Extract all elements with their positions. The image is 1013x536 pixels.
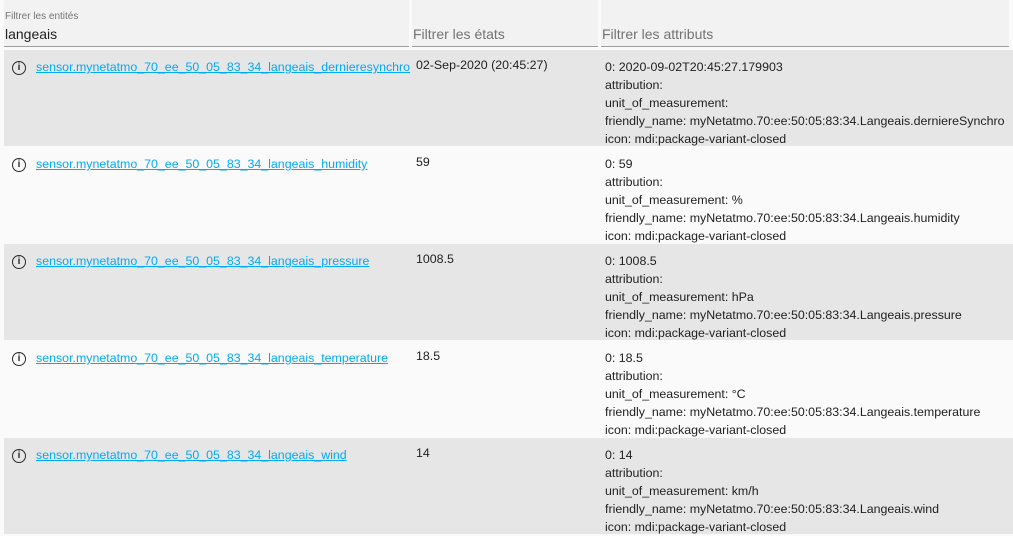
entity-id-link[interactable]: sensor.mynetatmo_70_ee_50_05_83_34_lange… [36,60,410,74]
state-filter-input[interactable]: Filtrer les états [413,26,505,42]
state-value: 02-Sep-2020 (20:45:27) [416,58,548,72]
attribute-filter-input[interactable]: Filtrer les attributs [602,26,713,42]
attribute-line: attribution: [605,175,663,189]
table-row: i sensor.mynetatmo_70_ee_50_05_83_34_lang… [4,244,1013,340]
table-row: i sensor.mynetatmo_70_ee_50_05_83_34_lang… [4,50,1013,146]
attribute-line: 0: 59 [605,157,633,171]
table-row: i sensor.mynetatmo_70_ee_50_05_83_34_lang… [4,341,1013,437]
attribute-line: unit_of_measurement: [605,96,729,110]
attribute-line: friendly_name: myNetatmo.70:ee:50:05:83:… [605,114,1005,128]
attribute-filter-field[interactable]: Filtrer les attributs [601,0,1009,47]
table-row: i sensor.mynetatmo_70_ee_50_05_83_34_lang… [4,147,1013,243]
attribute-line: attribution: [605,369,663,383]
entity-id-link[interactable]: sensor.mynetatmo_70_ee_50_05_83_34_lange… [36,157,367,171]
attribute-line: 0: 2020-09-02T20:45:27.179903 [605,60,783,74]
info-circle-icon[interactable]: i [12,352,26,366]
entity-id-link[interactable]: sensor.mynetatmo_70_ee_50_05_83_34_lange… [36,254,369,268]
attribute-line: friendly_name: myNetatmo.70:ee:50:05:83:… [605,211,960,225]
attribute-line: unit_of_measurement: % [605,193,743,207]
filter-header: Filtrer les entités langeais Filtrer les… [0,0,1013,50]
entity-id-link[interactable]: sensor.mynetatmo_70_ee_50_05_83_34_lange… [36,448,347,462]
attribute-line: 0: 1008.5 [605,254,657,268]
state-filter-field[interactable]: Filtrer les états [412,0,598,47]
attribute-line: 0: 14 [605,448,633,462]
state-value: 1008.5 [416,252,454,266]
attribute-line: unit_of_measurement: °C [605,387,746,401]
attribute-line: icon: mdi:package-variant-closed [605,423,787,437]
attribute-line: 0: 18.5 [605,351,643,365]
attributes-list: 0: 2020-09-02T20:45:27.179903 attribution… [605,58,1005,148]
attributes-list: 0: 18.5 attribution: unit_of_measurement: … [605,349,980,439]
attribute-line: friendly_name: myNetatmo.70:ee:50:05:83:… [605,308,962,322]
entity-filter-field[interactable]: Filtrer les entités langeais [4,0,409,47]
attribute-line: icon: mdi:package-variant-closed [605,229,787,243]
attributes-list: 0: 59 attribution: unit_of_measurement: % f… [605,155,960,245]
states-table: Filtrer les entités langeais Filtrer les… [0,0,1013,534]
attribute-line: icon: mdi:package-variant-closed [605,326,787,340]
info-circle-icon[interactable]: i [12,449,26,463]
entity-id-link[interactable]: sensor.mynetatmo_70_ee_50_05_83_34_lange… [36,351,388,365]
state-value: 59 [416,155,430,169]
info-circle-icon[interactable]: i [12,255,26,269]
entity-filter-label: Filtrer les entités [5,11,79,22]
entity-filter-input[interactable]: langeais [5,26,57,42]
attribute-line: unit_of_measurement: km/h [605,484,759,498]
attributes-list: 0: 1008.5 attribution: unit_of_measurement… [605,252,962,342]
attributes-list: 0: 14 attribution: unit_of_measurement: km… [605,446,939,536]
info-circle-icon[interactable]: i [12,158,26,172]
attribute-line: attribution: [605,272,663,286]
info-circle-icon[interactable]: i [12,61,26,75]
attribute-line: friendly_name: myNetatmo.70:ee:50:05:83:… [605,502,940,516]
state-value: 14 [416,446,430,460]
attribute-line: unit_of_measurement: hPa [605,290,754,304]
attribute-line: icon: mdi:package-variant-closed [605,520,787,534]
attribute-line: friendly_name: myNetatmo.70:ee:50:05:83:… [605,405,981,419]
state-value: 18.5 [416,349,441,363]
table-row: i sensor.mynetatmo_70_ee_50_05_83_34_lang… [4,438,1013,534]
attribute-line: attribution: [605,466,663,480]
attribute-line: icon: mdi:package-variant-closed [605,132,787,146]
attribute-line: attribution: [605,78,663,92]
